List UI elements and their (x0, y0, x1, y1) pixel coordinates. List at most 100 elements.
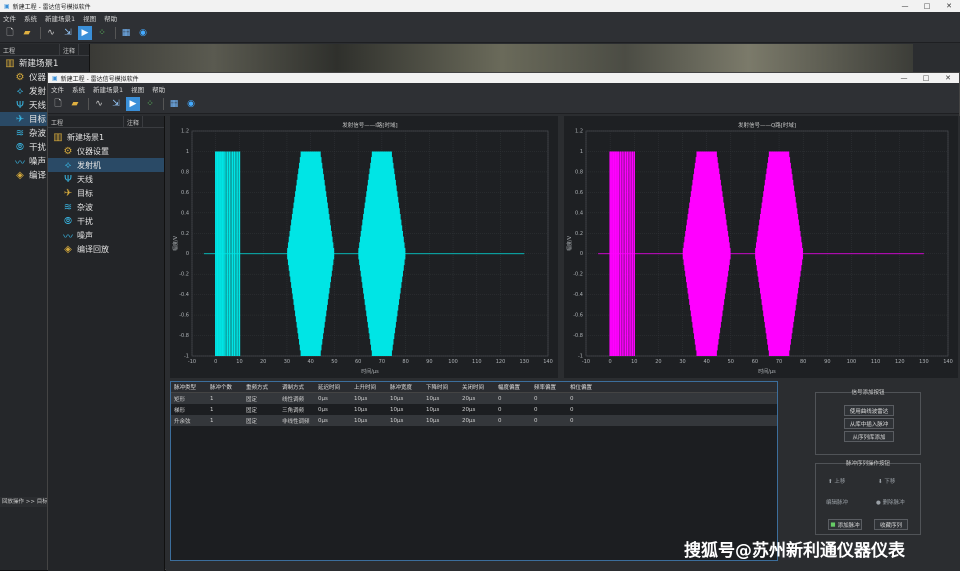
col-comment: 注释 (60, 44, 80, 55)
delete-pulse-button[interactable]: ● 删除脉冲 (876, 498, 905, 506)
y-tick-label: 0.2 (575, 231, 583, 237)
menu-system[interactable]: 系统 (72, 84, 85, 94)
minimize-icon[interactable]: — (893, 74, 915, 82)
grid-icon[interactable]: ⁘ (95, 26, 109, 40)
new-file-icon[interactable]: 🗋 (51, 97, 65, 111)
wave-icon[interactable]: ∿ (92, 97, 106, 111)
tree-clutter[interactable]: ≋ 杂波 (48, 200, 164, 214)
tree-jamming[interactable]: ⦾ 干扰 (48, 214, 164, 228)
column-header[interactable]: 脉冲类型 (171, 383, 207, 391)
tree-instrument-settings[interactable]: ⚙ 仪器设置 (48, 144, 164, 158)
menu-file[interactable]: 文件 (51, 84, 64, 94)
y-tick-label: -0.2 (179, 272, 189, 278)
menu-help[interactable]: 帮助 (152, 84, 165, 94)
table-cell: 固定 (246, 396, 258, 403)
x-tick-label: 140 (543, 359, 553, 365)
minimize-icon[interactable]: — (894, 2, 916, 10)
menu-scene[interactable]: 新建场景1 (45, 13, 75, 23)
q-channel-chart[interactable]: -10 0 10 20 30 40 50 60 70 80 90 100 110 120 130 140 1.2… (564, 116, 958, 378)
insert-pulse-from-library-button[interactable]: 从库中插入脉冲 (844, 418, 894, 429)
menu-help[interactable]: 帮助 (104, 13, 117, 23)
y-tick-label: -0.4 (573, 292, 583, 298)
column-header[interactable]: 频率偏置 (531, 383, 567, 391)
front-menu-bar: 文件 系统 新建场景1 视图 帮助 (48, 83, 959, 94)
x-tick-label: 90 (426, 359, 432, 365)
table-cell: 升余弦 (174, 418, 191, 425)
column-header[interactable]: 幅度偏置 (495, 383, 531, 391)
menu-system[interactable]: 系统 (24, 13, 37, 23)
column-header[interactable]: 重频方式 (243, 383, 279, 391)
table-body: 矩形 1 固定 线性调频 0μs 10μs 10μs 10μs 20μs 0 0 0 梯形 1 固定 三角调频… (171, 393, 777, 426)
column-header[interactable]: 相位偏置 (567, 383, 603, 391)
project-tree: 工程 注释 ▥ 新建场景1 ⚙ 仪器设置 ⟡ 发射机 Ψ 天线 ✈ 目标 ≋ 杂波 ⦾ 干扰 … (48, 116, 165, 571)
table-row[interactable]: 梯形 1 固定 三角调频 0μs 10μs 10μs 10μs 20μs 0 0 0 (171, 404, 777, 415)
i-channel-chart[interactable]: -10 0 10 20 30 40 50 60 70 80 90 100 110 120 130 140 1.2… (170, 116, 558, 378)
column-header[interactable]: 上升时间 (351, 383, 387, 391)
maximize-icon[interactable]: □ (915, 74, 937, 82)
add-from-sequence-library-button[interactable]: 从序列库添加 (844, 431, 894, 442)
plane-icon: ✈ (15, 113, 25, 125)
table-cell: 0 (570, 406, 574, 413)
tree-target[interactable]: ✈ 目标 (48, 186, 164, 200)
new-file-icon[interactable]: 🗋 (3, 26, 17, 40)
menu-view[interactable]: 视图 (83, 13, 96, 23)
column-header[interactable]: 脉冲个数 (207, 383, 243, 391)
move-up-button[interactable]: ⬆ 上移 (828, 477, 845, 485)
add-pulse-button[interactable]: ■ 添加脉冲 (828, 519, 862, 530)
column-header[interactable]: 脉冲宽度 (387, 383, 423, 391)
use-cw-radar-button[interactable]: 使用曲线波雷达 (844, 405, 894, 416)
y-tick-label: -0.6 (179, 313, 189, 319)
table-row[interactable]: 升余弦 1 固定 非线性调频 0μs 10μs 10μs 10μs 20μs 0 0 0 (171, 415, 777, 426)
tree-transmitter[interactable]: ⟡ 发射机 (48, 158, 164, 172)
tree-noise[interactable]: 〰噪声 (48, 228, 164, 243)
edit-pulse-button[interactable]: 编辑脉冲 (826, 498, 848, 506)
column-header[interactable]: 调制方式 (279, 383, 315, 391)
back-tree-scene[interactable]: ▥ 新建场景1 (0, 56, 89, 70)
globe-icon[interactable]: ◉ (184, 97, 198, 111)
save-sequence-button[interactable]: 收藏序列 (874, 519, 908, 530)
col-project: 工程 (48, 116, 124, 127)
table-cell: 0 (570, 395, 574, 402)
column-header[interactable]: 延迟时间 (315, 383, 351, 391)
column-header[interactable]: 关闭时间 (459, 383, 495, 391)
open-folder-icon[interactable]: ▰ (68, 97, 82, 111)
export-icon[interactable]: ⇲ (61, 26, 75, 40)
app-icon: ▣ (52, 74, 58, 82)
x-tick-label: 140 (943, 359, 953, 365)
table-cell: 10μs (354, 406, 368, 413)
table-cell: 10μs (426, 417, 440, 424)
sequence-ops-group: 脉冲序列操作按钮 ⬆ 上移 ⬇ 下移 编辑脉冲 ● 删除脉冲 ■ 添加脉冲 收藏序… (815, 461, 921, 535)
x-tick-label: 100 (847, 359, 857, 365)
run-icon[interactable]: ▶ (78, 25, 92, 40)
table-cell: 0 (534, 406, 538, 413)
table-cell: 20μs (462, 417, 476, 424)
chart-title: 发射信号——I路[时域] (342, 121, 397, 129)
calculator-icon[interactable]: ▦ (119, 26, 133, 40)
open-folder-icon[interactable]: ▰ (20, 26, 34, 40)
run-icon[interactable]: ▶ (126, 96, 140, 111)
grid-icon[interactable]: ⁘ (143, 97, 157, 111)
transmitter-icon: ⟡ (16, 85, 24, 97)
front-window-title: 新建工程 - 雷达信号模拟软件 (60, 75, 139, 83)
table-cell: 10μs (426, 395, 440, 402)
close-icon[interactable]: ✕ (938, 2, 960, 10)
export-icon[interactable]: ⇲ (109, 97, 123, 111)
calculator-icon[interactable]: ▦ (167, 97, 181, 111)
maximize-icon[interactable]: □ (916, 2, 938, 10)
globe-icon[interactable]: ◉ (136, 26, 150, 40)
tree-compile-playback[interactable]: ◈ 编译回放 (48, 242, 164, 256)
y-tick-label: 0.4 (181, 210, 189, 216)
tree-antenna[interactable]: Ψ 天线 (48, 172, 164, 186)
column-header[interactable]: 下降时间 (423, 383, 459, 391)
close-icon[interactable]: ✕ (937, 74, 959, 82)
menu-file[interactable]: 文件 (3, 13, 16, 23)
y-tick-label: 1.2 (181, 129, 189, 135)
table-cell: 三角调频 (282, 407, 305, 414)
tree-scene[interactable]: ▥ 新建场景1 (48, 130, 164, 144)
wave-icon[interactable]: ∿ (44, 26, 58, 40)
menu-scene[interactable]: 新建场景1 (93, 84, 123, 94)
table-cell: 1 (210, 395, 214, 402)
table-row[interactable]: 矩形 1 固定 线性调频 0μs 10μs 10μs 10μs 20μs 0 0 0 (171, 393, 777, 404)
menu-view[interactable]: 视图 (131, 84, 144, 94)
move-down-button[interactable]: ⬇ 下移 (878, 477, 895, 485)
